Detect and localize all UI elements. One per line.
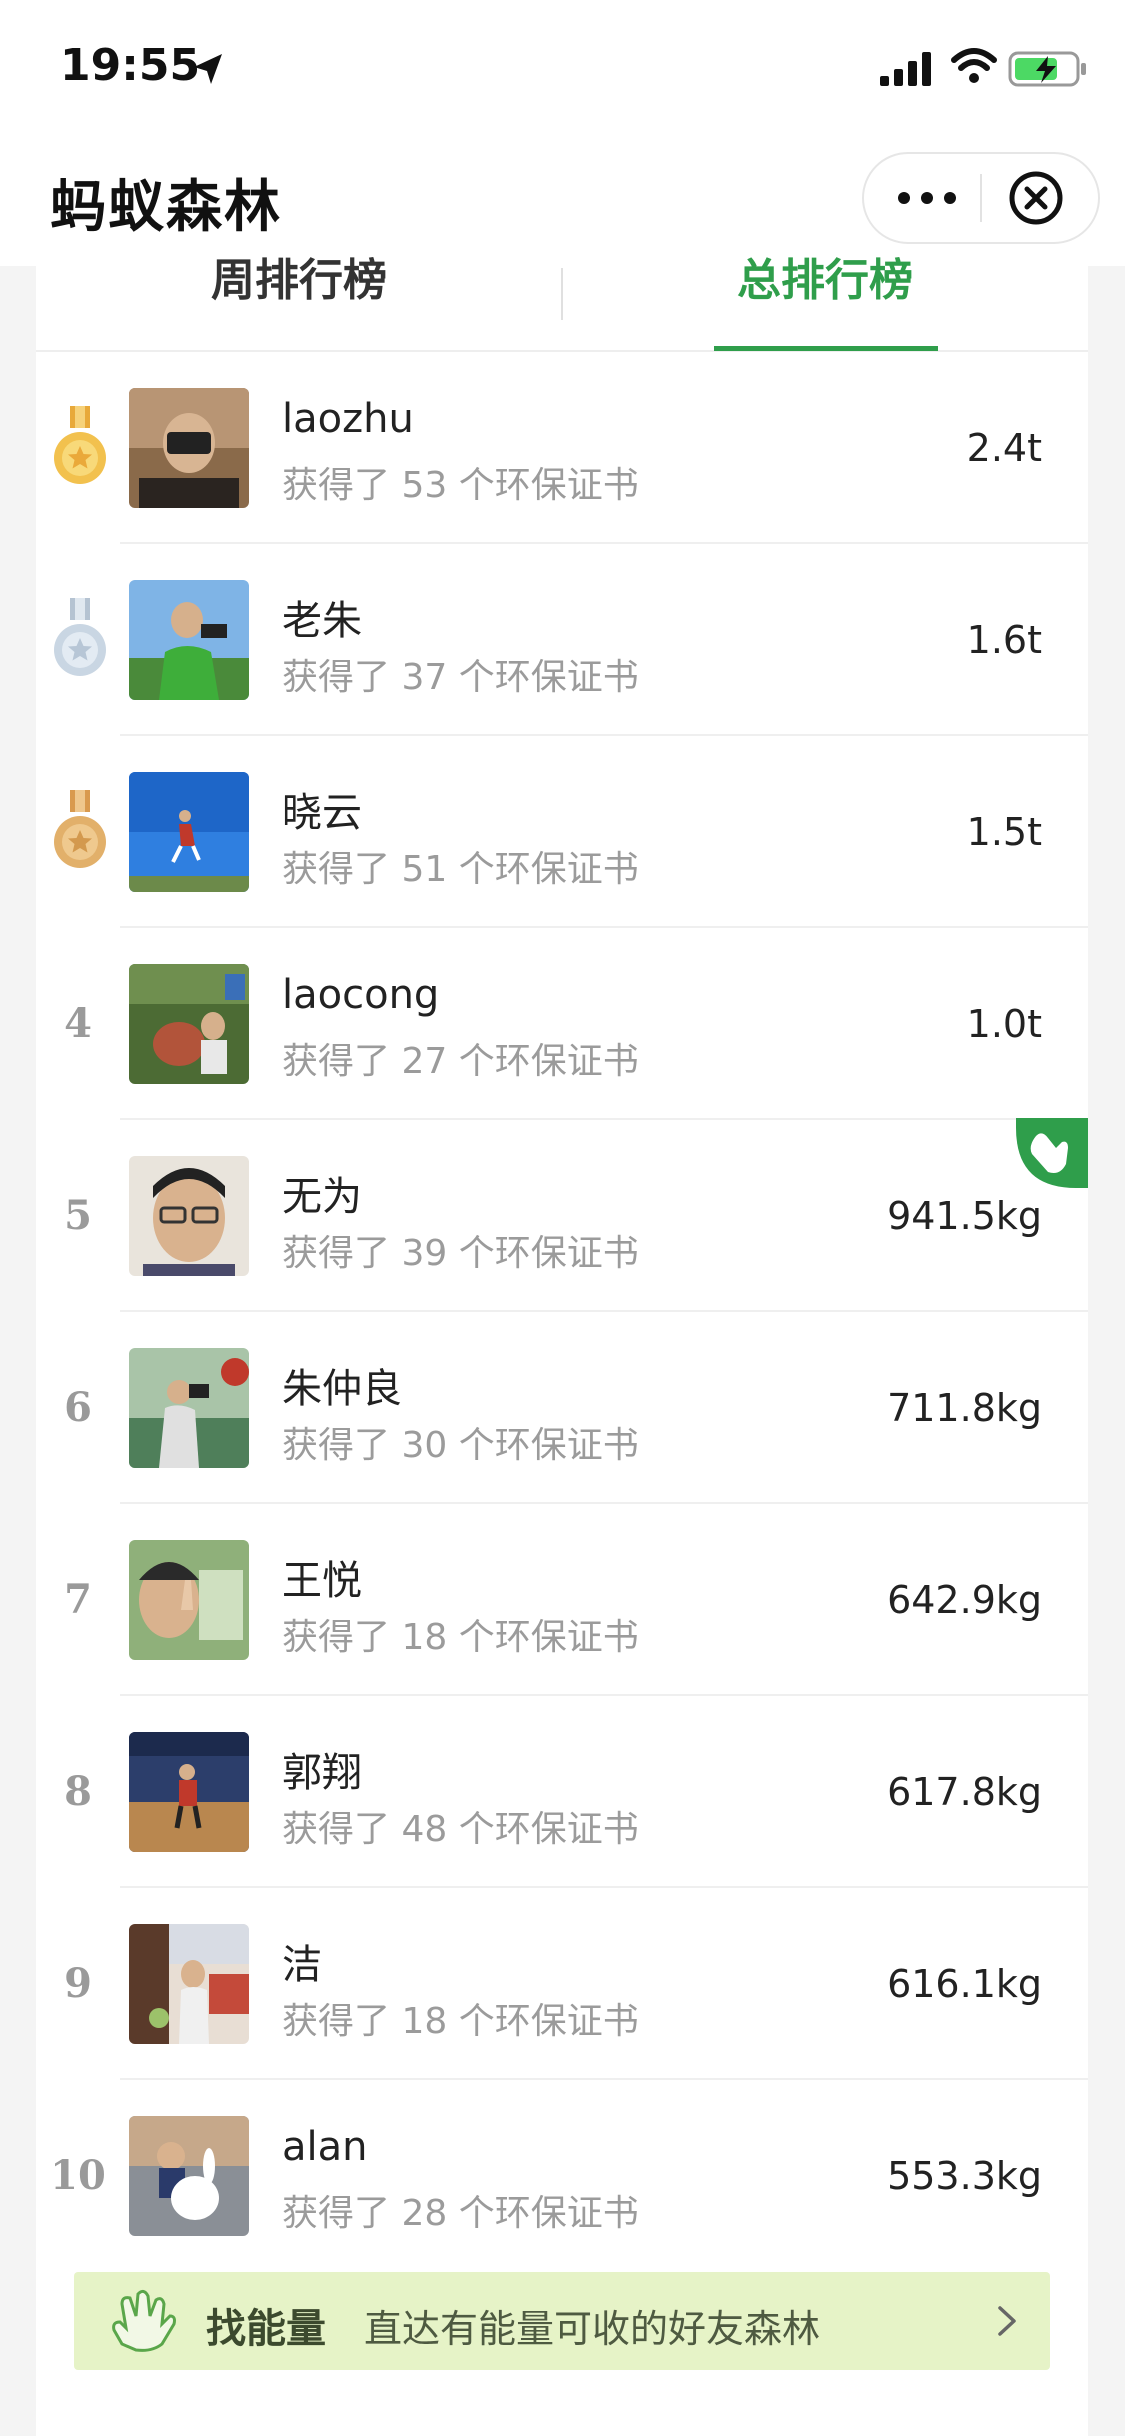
ranking-row[interactable]: 4 laocong 获得了 27 个环保证书 1.0t [36, 928, 1088, 1120]
find-energy-banner[interactable]: 找能量 直达有能量可收的好友森林 [74, 2272, 1050, 2370]
hand-icon [112, 2289, 176, 2352]
capsule-divider [980, 174, 982, 222]
friend-name: 郭翔 [282, 1750, 362, 1796]
ranking-row[interactable]: 10 alan 获得了 28 个环保证书 553.3kg [36, 2080, 1088, 2272]
friend-name: laozhu [282, 396, 414, 442]
energy-value: 642.9kg [887, 1578, 1042, 1622]
bronze-medal-icon [54, 790, 106, 868]
rank-number: 10 [50, 2152, 106, 2199]
certificate-count: 获得了 51 个环保证书 [282, 849, 639, 890]
battery-charging-icon [1008, 51, 1086, 87]
rank-number: 8 [64, 1768, 92, 1815]
signal-icon [880, 52, 931, 86]
mini-program-capsule [862, 152, 1100, 244]
avatar[interactable] [129, 1156, 249, 1276]
tab-total-ranking[interactable]: 总排行榜 [562, 255, 1088, 350]
energy-value: 1.6t [966, 618, 1042, 662]
certificate-count: 获得了 39 个环保证书 [282, 1233, 639, 1274]
page-title: 蚂蚁森林 [50, 175, 282, 240]
ranking-row[interactable]: laozhu 获得了 53 个环保证书 2.4t [36, 352, 1088, 544]
certificate-count: 获得了 18 个环保证书 [282, 2001, 639, 2042]
ranking-row[interactable]: 8 郭翔 获得了 48 个环保证书 617.8kg [36, 1696, 1088, 1888]
avatar[interactable] [129, 2116, 249, 2236]
banner-subtitle: 直达有能量可收的好友森林 [364, 2307, 821, 2351]
friend-name: 晓云 [282, 790, 362, 836]
avatar[interactable] [129, 772, 249, 892]
wifi-icon [951, 48, 997, 83]
rank-number: 9 [64, 1960, 92, 2007]
certificate-count: 获得了 30 个环保证书 [282, 1425, 639, 1466]
rank-number: 4 [64, 1000, 92, 1047]
certificate-count: 获得了 48 个环保证书 [282, 1809, 639, 1850]
location-arrow-icon [194, 54, 222, 84]
active-tab-indicator [714, 346, 938, 351]
energy-value: 1.0t [966, 1002, 1042, 1046]
certificate-count: 获得了 28 个环保证书 [282, 2193, 639, 2234]
ranking-row[interactable]: 晓云 获得了 51 个环保证书 1.5t [36, 736, 1088, 928]
ranking-tabs: 周排行榜 总排行榜 [36, 255, 1088, 352]
avatar[interactable] [129, 1924, 249, 2044]
tab-label: 总排行榜 [737, 255, 913, 306]
avatar[interactable] [129, 1540, 249, 1660]
certificate-count: 获得了 37 个环保证书 [282, 657, 639, 698]
rank-number: 5 [64, 1192, 92, 1239]
nav-bar: 蚂蚁森林 [0, 140, 1125, 266]
friend-name: 朱仲良 [282, 1366, 402, 1412]
certificate-count: 获得了 27 个环保证书 [282, 1041, 639, 1082]
ranking-row[interactable]: 老朱 获得了 37 个环保证书 1.6t [36, 544, 1088, 736]
avatar[interactable] [129, 388, 249, 508]
rank-number: 7 [64, 1576, 92, 1623]
energy-value: 711.8kg [887, 1386, 1042, 1430]
status-time: 19:55 [60, 40, 201, 91]
more-icon[interactable] [892, 174, 962, 222]
avatar[interactable] [129, 1348, 249, 1468]
avatar[interactable] [129, 964, 249, 1084]
avatar[interactable] [129, 580, 249, 700]
certificate-count: 获得了 53 个环保证书 [282, 465, 639, 506]
energy-value: 1.5t [966, 810, 1042, 854]
certificate-count: 获得了 18 个环保证书 [282, 1617, 639, 1658]
friend-name: alan [282, 2124, 368, 2170]
hand-icon[interactable] [1016, 1118, 1088, 1188]
rank-number: 6 [64, 1384, 92, 1431]
gold-medal-icon [54, 406, 106, 484]
ranking-card: 周排行榜 总排行榜 laozhu 获得了 53 个环保证书 2.4t 老朱 获得… [36, 255, 1088, 2436]
close-icon[interactable] [1006, 168, 1066, 228]
status-bar: 19:55 [0, 0, 1125, 140]
energy-value: 553.3kg [887, 2154, 1042, 2198]
energy-value: 617.8kg [887, 1770, 1042, 1814]
banner-title: 找能量 [206, 2306, 326, 2352]
energy-value: 616.1kg [887, 1962, 1042, 2006]
friend-name: 洁 [282, 1942, 322, 1988]
ranking-row[interactable]: 9 洁 获得了 18 个环保证书 616.1kg [36, 1888, 1088, 2080]
friend-name: 无为 [282, 1174, 362, 1220]
energy-value: 2.4t [966, 426, 1042, 470]
ranking-row[interactable]: 6 朱仲良 获得了 30 个环保证书 711.8kg [36, 1312, 1088, 1504]
silver-medal-icon [54, 598, 106, 676]
friend-name: 王悦 [282, 1558, 362, 1604]
friend-name: 老朱 [282, 598, 362, 644]
ranking-list: laozhu 获得了 53 个环保证书 2.4t 老朱 获得了 37 个环保证书… [36, 352, 1088, 2272]
tab-weekly-ranking[interactable]: 周排行榜 [36, 255, 562, 350]
ranking-row[interactable]: 7 王悦 获得了 18 个环保证书 642.9kg [36, 1504, 1088, 1696]
tab-label: 周排行榜 [211, 255, 387, 306]
avatar[interactable] [129, 1732, 249, 1852]
friend-name: laocong [282, 972, 440, 1018]
chevron-right-icon [998, 2306, 1016, 2336]
ranking-row[interactable]: 5 无为 获得了 39 个环保证书 941.5kg [36, 1120, 1088, 1312]
